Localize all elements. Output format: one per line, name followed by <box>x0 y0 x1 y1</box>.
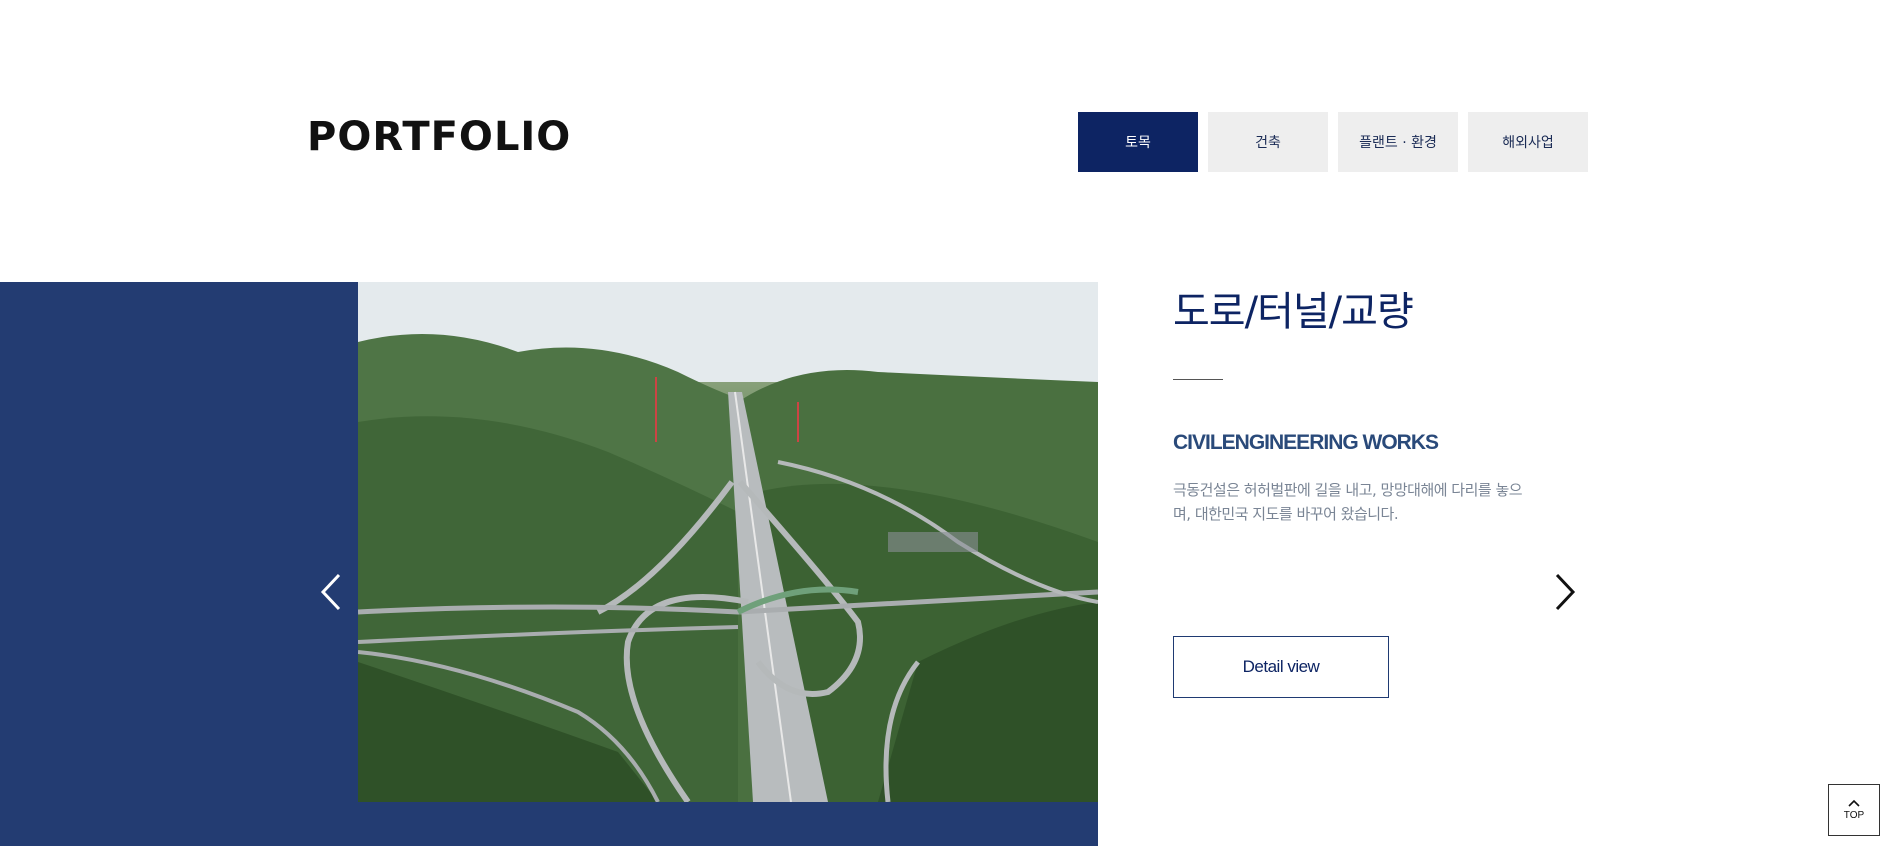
title-divider <box>1173 379 1223 380</box>
slide-subtitle: CIVILENGINEERING WORKS <box>1173 431 1439 454</box>
highway-illustration <box>358 282 1098 802</box>
tab-overseas[interactable]: 해외사업 <box>1468 112 1588 172</box>
chevron-right-icon <box>1555 573 1576 611</box>
slide-description: 극동건설은 허허벌판에 길을 내고, 망망대해에 다리를 놓으며, 대한민국 지… <box>1173 481 1523 523</box>
tab-architecture[interactable]: 건축 <box>1208 112 1328 172</box>
prev-slide-button[interactable] <box>311 567 351 617</box>
tab-plant-environment[interactable]: 플랜트 · 환경 <box>1338 112 1458 172</box>
chevron-up-icon <box>1848 799 1860 807</box>
detail-view-button[interactable]: Detail view <box>1173 636 1389 698</box>
scroll-top-button[interactable]: TOP <box>1828 784 1880 836</box>
next-slide-button[interactable] <box>1545 567 1585 617</box>
slide-title: 도로/터널/교량 <box>1173 289 1414 335</box>
top-label: TOP <box>1843 810 1865 821</box>
page-title: PORTFOLIO <box>307 114 572 160</box>
chevron-left-icon <box>320 573 341 611</box>
tab-civil[interactable]: 토목 <box>1078 112 1198 172</box>
slide-image <box>358 282 1098 802</box>
category-tabs: 토목 건축 플랜트 · 환경 해외사업 <box>1078 112 1588 172</box>
